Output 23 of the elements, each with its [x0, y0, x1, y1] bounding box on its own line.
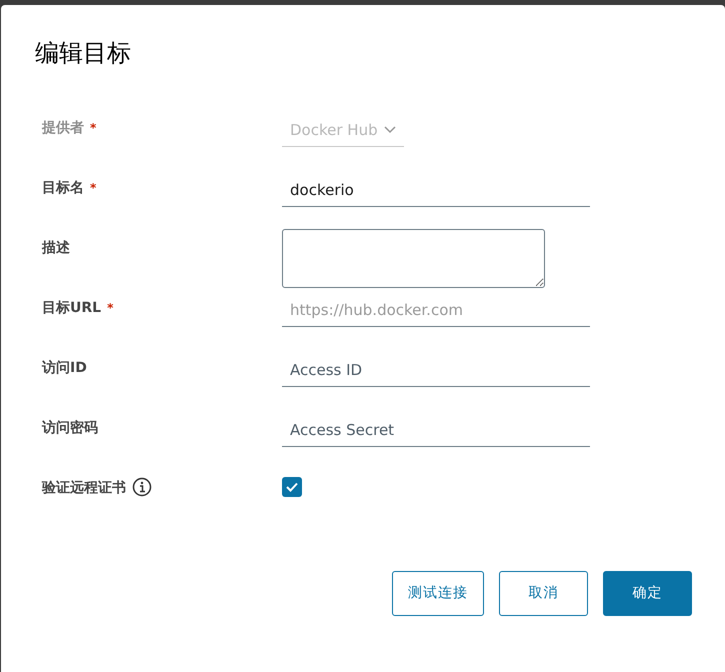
- input-field[interactable]: Access ID: [282, 355, 590, 386]
- checkbox[interactable]: [282, 477, 302, 497]
- field-label: 目标名: [42, 180, 84, 196]
- field-label: 访问密码: [42, 420, 98, 436]
- description-field[interactable]: [282, 229, 545, 288]
- check-icon: [286, 482, 298, 492]
- required-asterisk: *: [90, 181, 96, 195]
- input-field[interactable]: Access Secret: [282, 415, 590, 446]
- field-label: 提供者: [42, 120, 84, 136]
- action-button[interactable]: 取消: [499, 571, 588, 616]
- action-button[interactable]: 确定: [603, 571, 692, 616]
- field-label: 访问ID: [42, 360, 87, 376]
- input-field[interactable]: dockerio: [282, 175, 590, 206]
- input-field[interactable]: https://hub.docker.com: [282, 295, 590, 326]
- info-icon[interactable]: [132, 477, 152, 497]
- dialog-title: 编辑目标: [35, 38, 132, 69]
- field-label: 验证远程证书: [42, 480, 126, 496]
- field-label: 描述: [42, 240, 70, 256]
- caret-icon: [384, 126, 396, 134]
- action-button[interactable]: 测试连接: [392, 571, 484, 616]
- required-asterisk: *: [107, 301, 114, 315]
- field-label: 目标URL: [42, 300, 102, 316]
- required-asterisk: *: [90, 121, 96, 135]
